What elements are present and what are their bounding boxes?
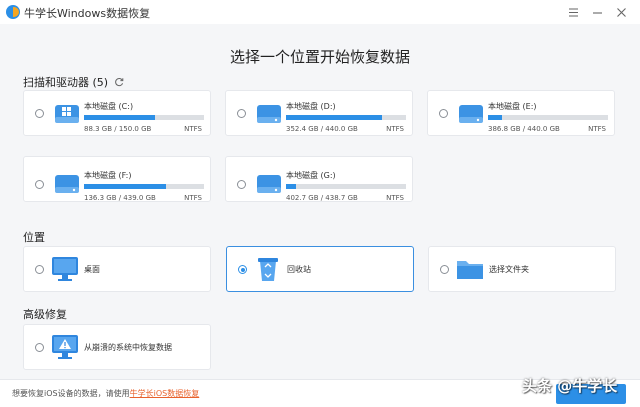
minimize-icon[interactable] [588, 3, 606, 21]
page-title: 选择一个位置开始恢复数据 [229, 48, 410, 66]
drive-card-g[interactable]: 本地磁盘 (G:) 402.7 GB / 438.7 GB NTFS [225, 156, 413, 202]
drive-usage-fill [286, 184, 296, 189]
windows-drive-icon [55, 105, 79, 123]
drive-usage-bar [84, 184, 204, 189]
drive-card-f[interactable]: 本地磁盘 (F:) 136.3 GB / 439.0 GB NTFS [23, 156, 211, 202]
drive-size: 402.7 GB / 438.7 GB [286, 194, 358, 202]
monitor-icon [52, 257, 78, 281]
drive-icon [257, 105, 281, 123]
select-folder-radio[interactable] [440, 265, 449, 274]
drive-size: 136.3 GB / 439.0 GB [84, 194, 156, 202]
location-card-select-folder[interactable]: 选择文件夹 [428, 246, 616, 292]
location-label: 选择文件夹 [489, 265, 529, 274]
drive-usage-bar [488, 115, 608, 120]
drive-usage-bar [286, 115, 406, 120]
watermark: 头条 @牛学长 [522, 377, 618, 395]
refresh-icon[interactable] [114, 77, 124, 87]
drive-name: 本地磁盘 (F:) [84, 171, 132, 180]
location-card-recycle-bin[interactable]: 回收站 [226, 246, 414, 292]
drives-section-title: 扫描和驱动器 (5) [23, 76, 109, 89]
drive-card-c[interactable]: 本地磁盘 (C:) 88.3 GB / 150.0 GB NTFS [23, 90, 211, 136]
drive-g-radio[interactable] [237, 180, 246, 189]
desktop-radio[interactable] [35, 265, 44, 274]
drive-filesystem: NTFS [386, 125, 404, 133]
drives-section-label: 扫描和驱动器 (5) [23, 74, 124, 90]
window-title: 牛学长Windows数据恢复 [24, 7, 151, 20]
drive-icon [459, 105, 483, 123]
drive-filesystem: NTFS [184, 125, 202, 133]
ios-recovery-link[interactable]: 牛学长iOS数据恢复 [130, 389, 200, 398]
location-label: 回收站 [287, 265, 311, 274]
advanced-section-title: 高级修复 [23, 308, 67, 321]
recycle-bin-radio[interactable] [238, 265, 247, 274]
drive-card-e[interactable]: 本地磁盘 (E:) 386.8 GB / 440.0 GB NTFS [427, 90, 615, 136]
drive-icon [257, 175, 281, 193]
drive-name: 本地磁盘 (E:) [488, 102, 537, 111]
drive-e-radio[interactable] [439, 109, 448, 118]
drive-f-radio[interactable] [35, 180, 44, 189]
title-bar: 牛学长Windows数据恢复 [0, 0, 640, 24]
crashed-system-icon [52, 335, 78, 359]
drive-c-radio[interactable] [35, 109, 44, 118]
drive-usage-fill [84, 184, 166, 189]
drive-name: 本地磁盘 (C:) [84, 102, 134, 111]
location-label: 桌面 [84, 265, 100, 274]
drive-name: 本地磁盘 (D:) [286, 102, 336, 111]
drive-card-d[interactable]: 本地磁盘 (D:) 352.4 GB / 440.0 GB NTFS [225, 90, 413, 136]
advanced-label: 从崩溃的系统中恢复数据 [84, 343, 172, 352]
drive-filesystem: NTFS [184, 194, 202, 202]
recycle-bin-icon [258, 258, 278, 281]
drive-d-radio[interactable] [237, 109, 246, 118]
drive-filesystem: NTFS [588, 125, 606, 133]
folder-icon [457, 261, 483, 279]
location-section-label: 位置 [23, 229, 45, 245]
app-logo-icon [6, 5, 20, 19]
crashed-system-radio[interactable] [35, 343, 44, 352]
drive-icon [55, 175, 79, 193]
drive-size: 386.8 GB / 440.0 GB [488, 125, 560, 133]
footer-message: 想要恢复iOS设备的数据，请使用 [12, 389, 130, 398]
drive-size: 88.3 GB / 150.0 GB [84, 125, 152, 133]
drive-usage-fill [84, 115, 155, 120]
location-card-desktop[interactable]: 桌面 [23, 246, 211, 292]
footer-text: 想要恢复iOS设备的数据，请使用牛学长iOS数据恢复 [12, 388, 199, 399]
drive-name: 本地磁盘 (G:) [286, 171, 336, 180]
advanced-card-crashed-system[interactable]: 从崩溃的系统中恢复数据 [23, 324, 211, 370]
drive-usage-fill [286, 115, 382, 120]
drive-usage-bar [84, 115, 204, 120]
advanced-section-label: 高级修复 [23, 306, 67, 322]
drive-usage-bar [286, 184, 406, 189]
close-icon[interactable] [612, 3, 630, 21]
location-section-title: 位置 [23, 231, 45, 244]
drive-filesystem: NTFS [386, 194, 404, 202]
drive-usage-fill [488, 115, 503, 120]
menu-icon[interactable] [564, 3, 582, 21]
drive-size: 352.4 GB / 440.0 GB [286, 125, 358, 133]
